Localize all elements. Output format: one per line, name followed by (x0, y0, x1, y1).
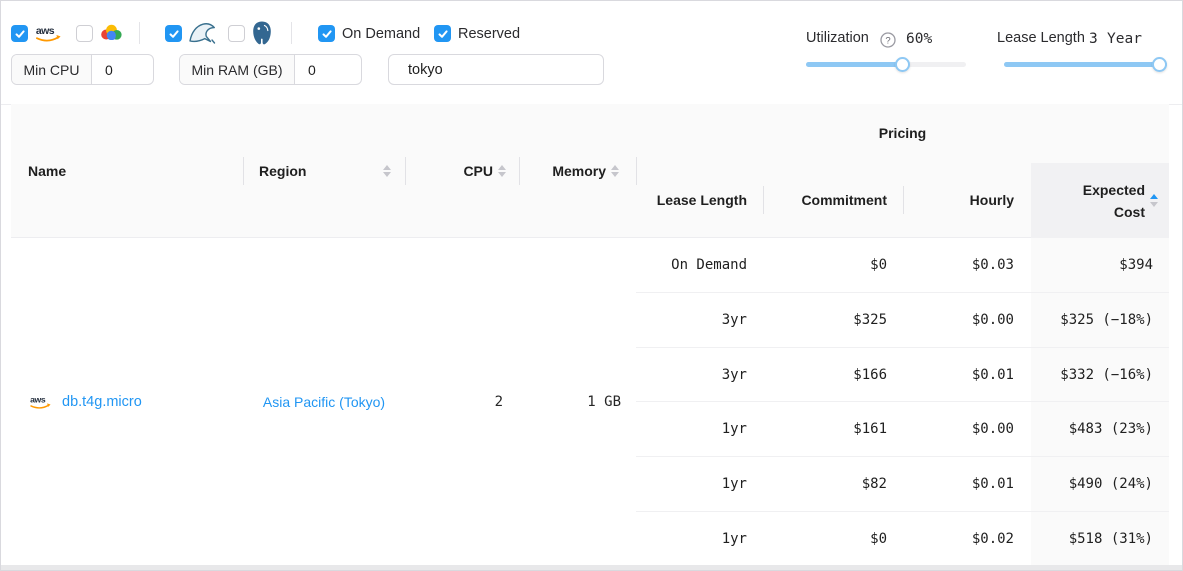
min-ram-filter: Min RAM (GB) (179, 54, 362, 85)
postgresql-checkbox[interactable] (228, 25, 245, 42)
column-header-lease-length[interactable]: Lease Length (636, 162, 763, 238)
hourly-cell: $0.00 (903, 402, 1031, 456)
column-header-name[interactable]: Name (28, 104, 66, 238)
commitment-cell: $166 (763, 348, 903, 402)
pricing-row: 1yr $82 $0.01 $490 (24%) (636, 456, 1169, 511)
commitment-cell: $161 (763, 402, 903, 456)
utilization-value: 60% (906, 31, 932, 47)
reserved-label: Reserved (458, 26, 520, 42)
min-cpu-filter: Min CPU (11, 54, 154, 85)
instance-name-cell: aws db.t4g.micro (28, 238, 142, 566)
svg-text:?: ? (885, 35, 890, 46)
commitment-cell: $0 (763, 238, 903, 292)
aws-provider-icon: aws (28, 394, 54, 411)
instance-memory-cell: 1 GB (519, 238, 636, 566)
expected-cost-cell: $518 (31%) (1031, 512, 1169, 566)
expected-cost-cell: $394 (1031, 238, 1169, 292)
commitment-cell: $325 (763, 293, 903, 347)
slider-fill (806, 62, 902, 67)
instance-name-link[interactable]: db.t4g.micro (62, 394, 142, 410)
instance-region-cell: Asia Pacific (Tokyo) (243, 238, 405, 566)
instance-region-link[interactable]: Asia Pacific (Tokyo) (263, 394, 385, 410)
lease-length-cell: 1yr (636, 402, 763, 456)
utilization-slider-handle[interactable] (895, 57, 910, 72)
on-demand-checkbox[interactable] (318, 25, 335, 42)
postgresql-logo-icon (250, 20, 274, 46)
search-box (388, 54, 604, 85)
table-header: Name Region CPU Memory Pricing Lease Len… (11, 104, 1169, 238)
svg-text:aws: aws (36, 25, 55, 37)
slider-fill (1004, 62, 1167, 67)
search-input[interactable] (408, 62, 595, 78)
lease-length-unit: Year (1107, 31, 1142, 47)
instance-cpu-cell: 2 (405, 238, 519, 566)
check-icon (168, 28, 180, 40)
lease-length-cell: 1yr (636, 512, 763, 566)
pricing-row: 3yr $325 $0.00 $325 (−18%) (636, 292, 1169, 347)
table-body: aws db.t4g.micro Asia Pacific (Tokyo) 2 … (11, 238, 1169, 566)
check-icon (437, 28, 449, 40)
min-cpu-input[interactable] (92, 62, 153, 78)
column-header-hourly[interactable]: Hourly (903, 162, 1031, 238)
gcp-checkbox[interactable] (76, 25, 93, 42)
aws-checkbox[interactable] (11, 25, 28, 42)
column-header-cpu[interactable]: CPU (405, 104, 519, 238)
sort-icon[interactable] (611, 165, 619, 178)
pricing-row: 1yr $0 $0.02 $518 (31%) (636, 511, 1169, 566)
pricing-group-header: Pricing (636, 104, 1169, 162)
filter-divider (291, 22, 292, 44)
min-ram-label: Min RAM (GB) (180, 55, 295, 84)
pricing-row: 3yr $166 $0.01 $332 (−16%) (636, 347, 1169, 402)
pricing-row: 1yr $161 $0.00 $483 (23%) (636, 401, 1169, 456)
min-cpu-label: Min CPU (12, 55, 92, 84)
mysql-checkbox[interactable] (165, 25, 182, 42)
mysql-logo-icon (187, 20, 217, 46)
aws-logo-icon: aws (33, 24, 65, 44)
utilization-label: Utilization (806, 30, 869, 46)
lease-length-cell: On Demand (636, 238, 763, 292)
horizontal-scrollbar[interactable] (1, 565, 1182, 571)
lease-length-cell: 1yr (636, 457, 763, 511)
instance-pricing-app: aws On Demand Reserved Min CPU (0, 0, 1183, 571)
utilization-slider[interactable] (806, 57, 966, 72)
expected-cost-cell: $325 (−18%) (1031, 293, 1169, 347)
header-divider (243, 157, 244, 185)
min-ram-input[interactable] (295, 62, 361, 78)
commitment-cell: $82 (763, 457, 903, 511)
on-demand-label: On Demand (342, 26, 420, 42)
lease-length-slider[interactable] (1004, 57, 1167, 72)
hourly-cell: $0.03 (903, 238, 1031, 292)
hourly-cell: $0.00 (903, 293, 1031, 347)
hourly-cell: $0.01 (903, 348, 1031, 402)
sort-icon[interactable] (498, 165, 506, 178)
column-header-region[interactable]: Region (259, 104, 405, 238)
column-header-commitment[interactable]: Commitment (763, 162, 903, 238)
utilization-help-icon[interactable]: ? (880, 32, 896, 48)
expected-cost-cell: $490 (24%) (1031, 457, 1169, 511)
lease-length-cell: 3yr (636, 348, 763, 402)
column-header-expected-cost[interactable]: Expected Cost (1031, 163, 1169, 238)
lease-length-cell: 3yr (636, 293, 763, 347)
check-icon (321, 28, 333, 40)
lease-length-label: Lease Length (997, 30, 1085, 46)
pricing-rows: On Demand $0 $0.03 $394 3yr $325 $0.00 $… (636, 238, 1169, 566)
pricing-row: On Demand $0 $0.03 $394 (636, 238, 1169, 292)
commitment-cell: $0 (763, 512, 903, 566)
hourly-cell: $0.02 (903, 512, 1031, 566)
expected-cost-cell: $332 (−16%) (1031, 348, 1169, 402)
lease-length-value: 3 (1089, 31, 1098, 47)
expected-cost-cell: $483 (23%) (1031, 402, 1169, 456)
gcp-logo-icon (99, 23, 124, 43)
sort-icon[interactable] (383, 165, 391, 178)
sort-icon-active[interactable] (1150, 194, 1158, 207)
lease-length-slider-handle[interactable] (1152, 57, 1167, 72)
filter-divider (139, 22, 140, 44)
svg-text:aws: aws (30, 394, 46, 404)
hourly-cell: $0.01 (903, 457, 1031, 511)
reserved-checkbox[interactable] (434, 25, 451, 42)
check-icon (14, 28, 26, 40)
column-header-memory[interactable]: Memory (519, 104, 636, 238)
